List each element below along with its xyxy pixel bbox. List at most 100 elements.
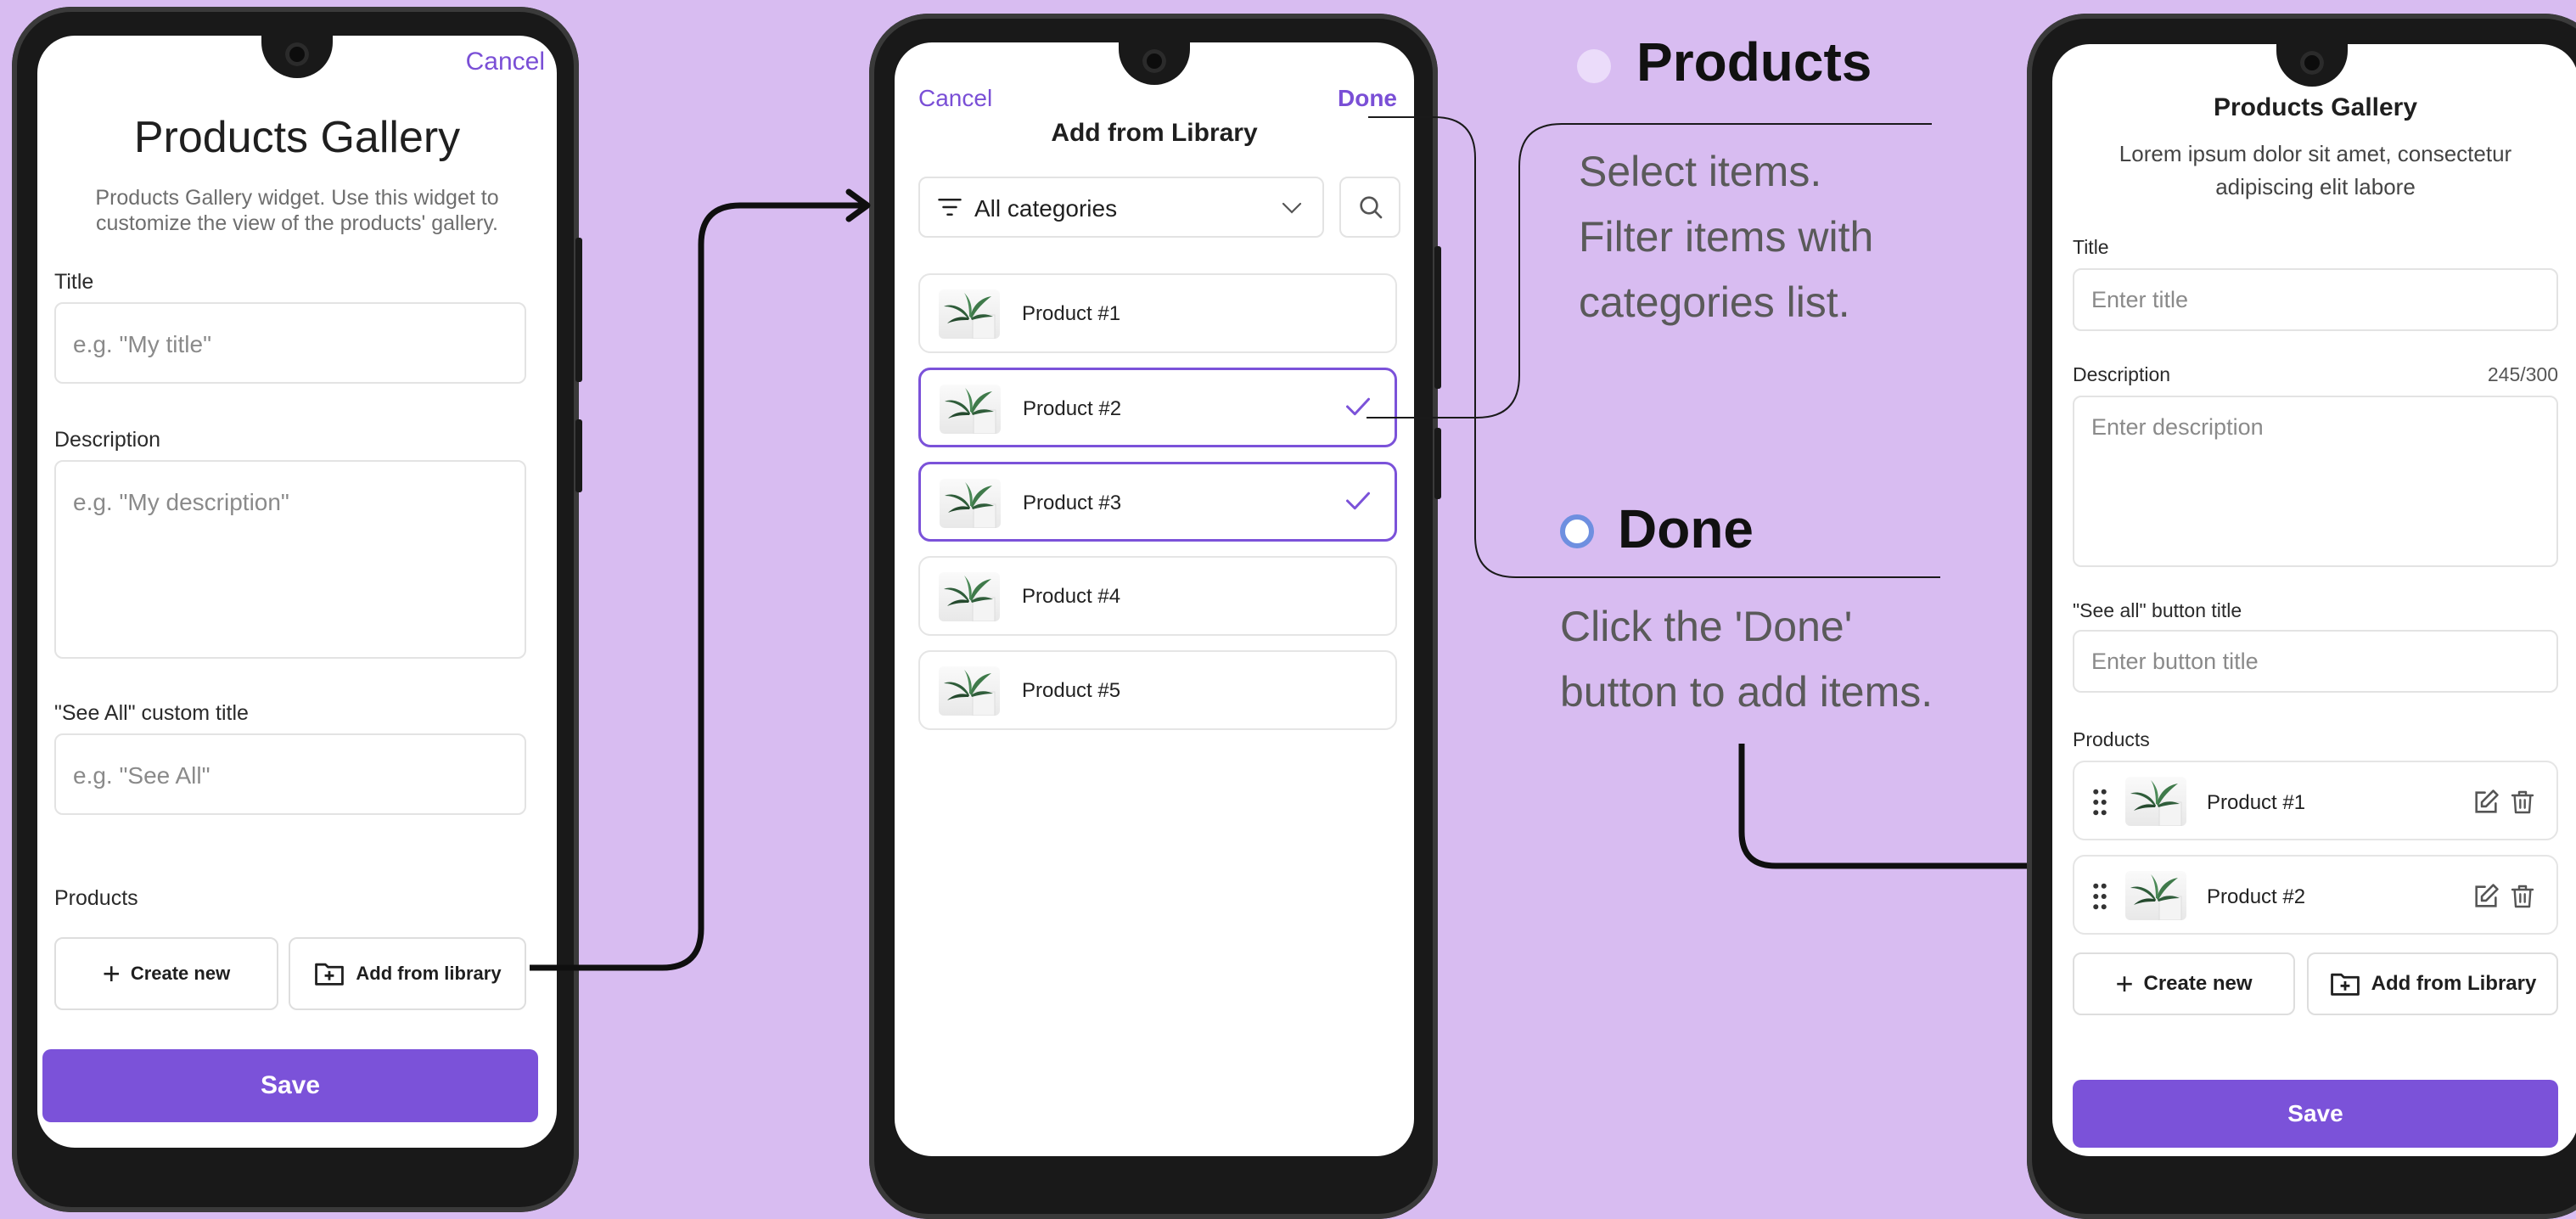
phone-screen-2: Cancel Done Add from Library All categor… [895,42,1414,1156]
see-all-input[interactable]: e.g. "See All" [54,733,526,815]
modal-title: Add from Library [1051,119,1258,147]
trash-icon[interactable] [2509,882,2536,911]
product-thumbnail [940,479,1001,528]
annotation-line: Filter items with [1579,213,1874,261]
products-label: Products [54,886,138,910]
products-bullet-icon [1577,49,1611,83]
category-select-value: All categories [974,195,1118,222]
phone-mockup-1: Cancel Products Gallery Products Gallery… [12,7,582,1212]
description-textarea[interactable]: Enter description [2073,396,2558,567]
description-textarea[interactable]: e.g. "My description" [54,460,526,659]
product-thumbnail [940,385,1001,434]
see-all-label: "See All" custom title [54,701,249,725]
product-name: Product #2 [1023,397,1122,420]
title-input[interactable]: e.g. "My title" [54,302,526,384]
plus-icon: + [2115,966,2134,1001]
see-all-placeholder: Enter button title [2091,649,2259,674]
phone-notch [261,36,333,78]
create-new-label: Create new [130,963,231,984]
drag-handle-icon[interactable] [2091,882,2108,911]
cancel-link[interactable]: Cancel [918,85,992,112]
library-product-item[interactable]: Product #4 [918,556,1397,636]
arrowhead [845,188,871,222]
plant-image [2130,874,2182,920]
create-new-button[interactable]: + Create new [54,937,278,1010]
create-new-label: Create new [2143,972,2253,995]
products-label: Products [2073,728,2150,750]
cancel-link[interactable]: Cancel [466,48,545,76]
product-name: Product #1 [2207,791,2306,814]
phone-notch [1119,42,1190,85]
edit-icon[interactable] [2472,882,2500,911]
phone-mockup-3: Products Gallery Lorem ipsum dolor sit a… [2027,14,2576,1219]
products-annotation-title: Products [1636,31,1872,93]
annotation-line: Click the 'Done' [1560,603,1853,650]
library-product-item[interactable]: Product #3 [918,462,1397,542]
plant-image [944,293,996,339]
plus-icon: + [102,956,121,991]
annotation-line: categories list. [1579,278,1850,326]
see-all-label: "See all" button title [2073,599,2242,621]
check-icon [1346,492,1370,510]
phone-notch [2276,44,2348,87]
camera-icon [2300,51,2324,75]
product-thumbnail [2125,777,2186,826]
save-button[interactable]: Save [42,1049,538,1122]
annotation-line: Select items. [1579,148,1822,195]
title-placeholder: Enter title [2091,287,2189,312]
plant-image [944,576,996,621]
phone-side-button [575,419,582,492]
product-name: Product #3 [1023,492,1122,514]
check-mark [1345,396,1371,422]
add-from-library-button[interactable]: Add from Library [2307,952,2558,1015]
edit-icon[interactable] [2472,788,2500,817]
folder-plus-icon [315,963,345,986]
phone-side-button [575,238,582,382]
search-icon [1360,196,1383,219]
chevron-down-icon [1282,202,1302,214]
folder-plus-icon [2330,973,2360,996]
done-annotation-text: Click the 'Done' button to add items. [1560,594,1933,725]
title-placeholder: e.g. "My title" [73,331,212,357]
product-name: Product #4 [1022,585,1121,608]
description-counter: 245/300 [2487,363,2558,385]
product-name: Product #1 [1022,302,1121,325]
library-product-item[interactable]: Product #2 [918,368,1397,447]
selected-product-item[interactable]: Product #1 [2073,761,2558,840]
trash-icon[interactable] [2509,788,2536,817]
product-thumbnail [939,289,1000,339]
save-button[interactable]: Save [2073,1080,2558,1148]
phone-side-button [1434,428,1441,499]
description-placeholder: e.g. "My description" [73,489,289,515]
see-all-input[interactable]: Enter button title [2073,630,2558,693]
product-thumbnail [2125,871,2186,920]
done-annotation-title: Done [1618,498,1754,559]
library-product-item[interactable]: Product #1 [918,273,1397,353]
camera-icon [285,42,309,66]
filter-icon [938,199,962,216]
category-select[interactable]: All categories [918,177,1324,238]
page-description: Products Gallery widget. Use this widget… [95,186,499,235]
check-mark [1345,490,1371,516]
search-button[interactable] [1339,177,1400,238]
done-bullet-icon [1560,514,1594,548]
title-label: Title [54,270,94,294]
phone-screen-3: Products Gallery Lorem ipsum dolor sit a… [2052,44,2576,1156]
products-annotation-text: Select items. Filter items with categori… [1579,139,1873,335]
drag-handle-icon[interactable] [2091,788,2108,817]
create-new-button[interactable]: + Create new [2073,952,2295,1015]
add-from-library-button[interactable]: Add from library [289,937,526,1010]
page-title: Products Gallery [2213,93,2418,121]
done-link[interactable]: Done [1338,85,1397,112]
description-label: Description [54,428,161,452]
phone-side-button [1434,246,1441,389]
selected-product-item[interactable]: Product #2 [2073,855,2558,935]
title-input[interactable]: Enter title [2073,268,2558,331]
page-description: Lorem ipsum dolor sit amet, consectetur … [2119,141,2512,199]
library-product-item[interactable]: Product #5 [918,650,1397,730]
add-from-library-label: Add from Library [2371,972,2537,995]
arrow-done-to-result [1738,744,2071,869]
plant-image [2130,780,2182,826]
description-label: Description [2073,363,2171,385]
phone-screen-1: Cancel Products Gallery Products Gallery… [37,36,557,1148]
